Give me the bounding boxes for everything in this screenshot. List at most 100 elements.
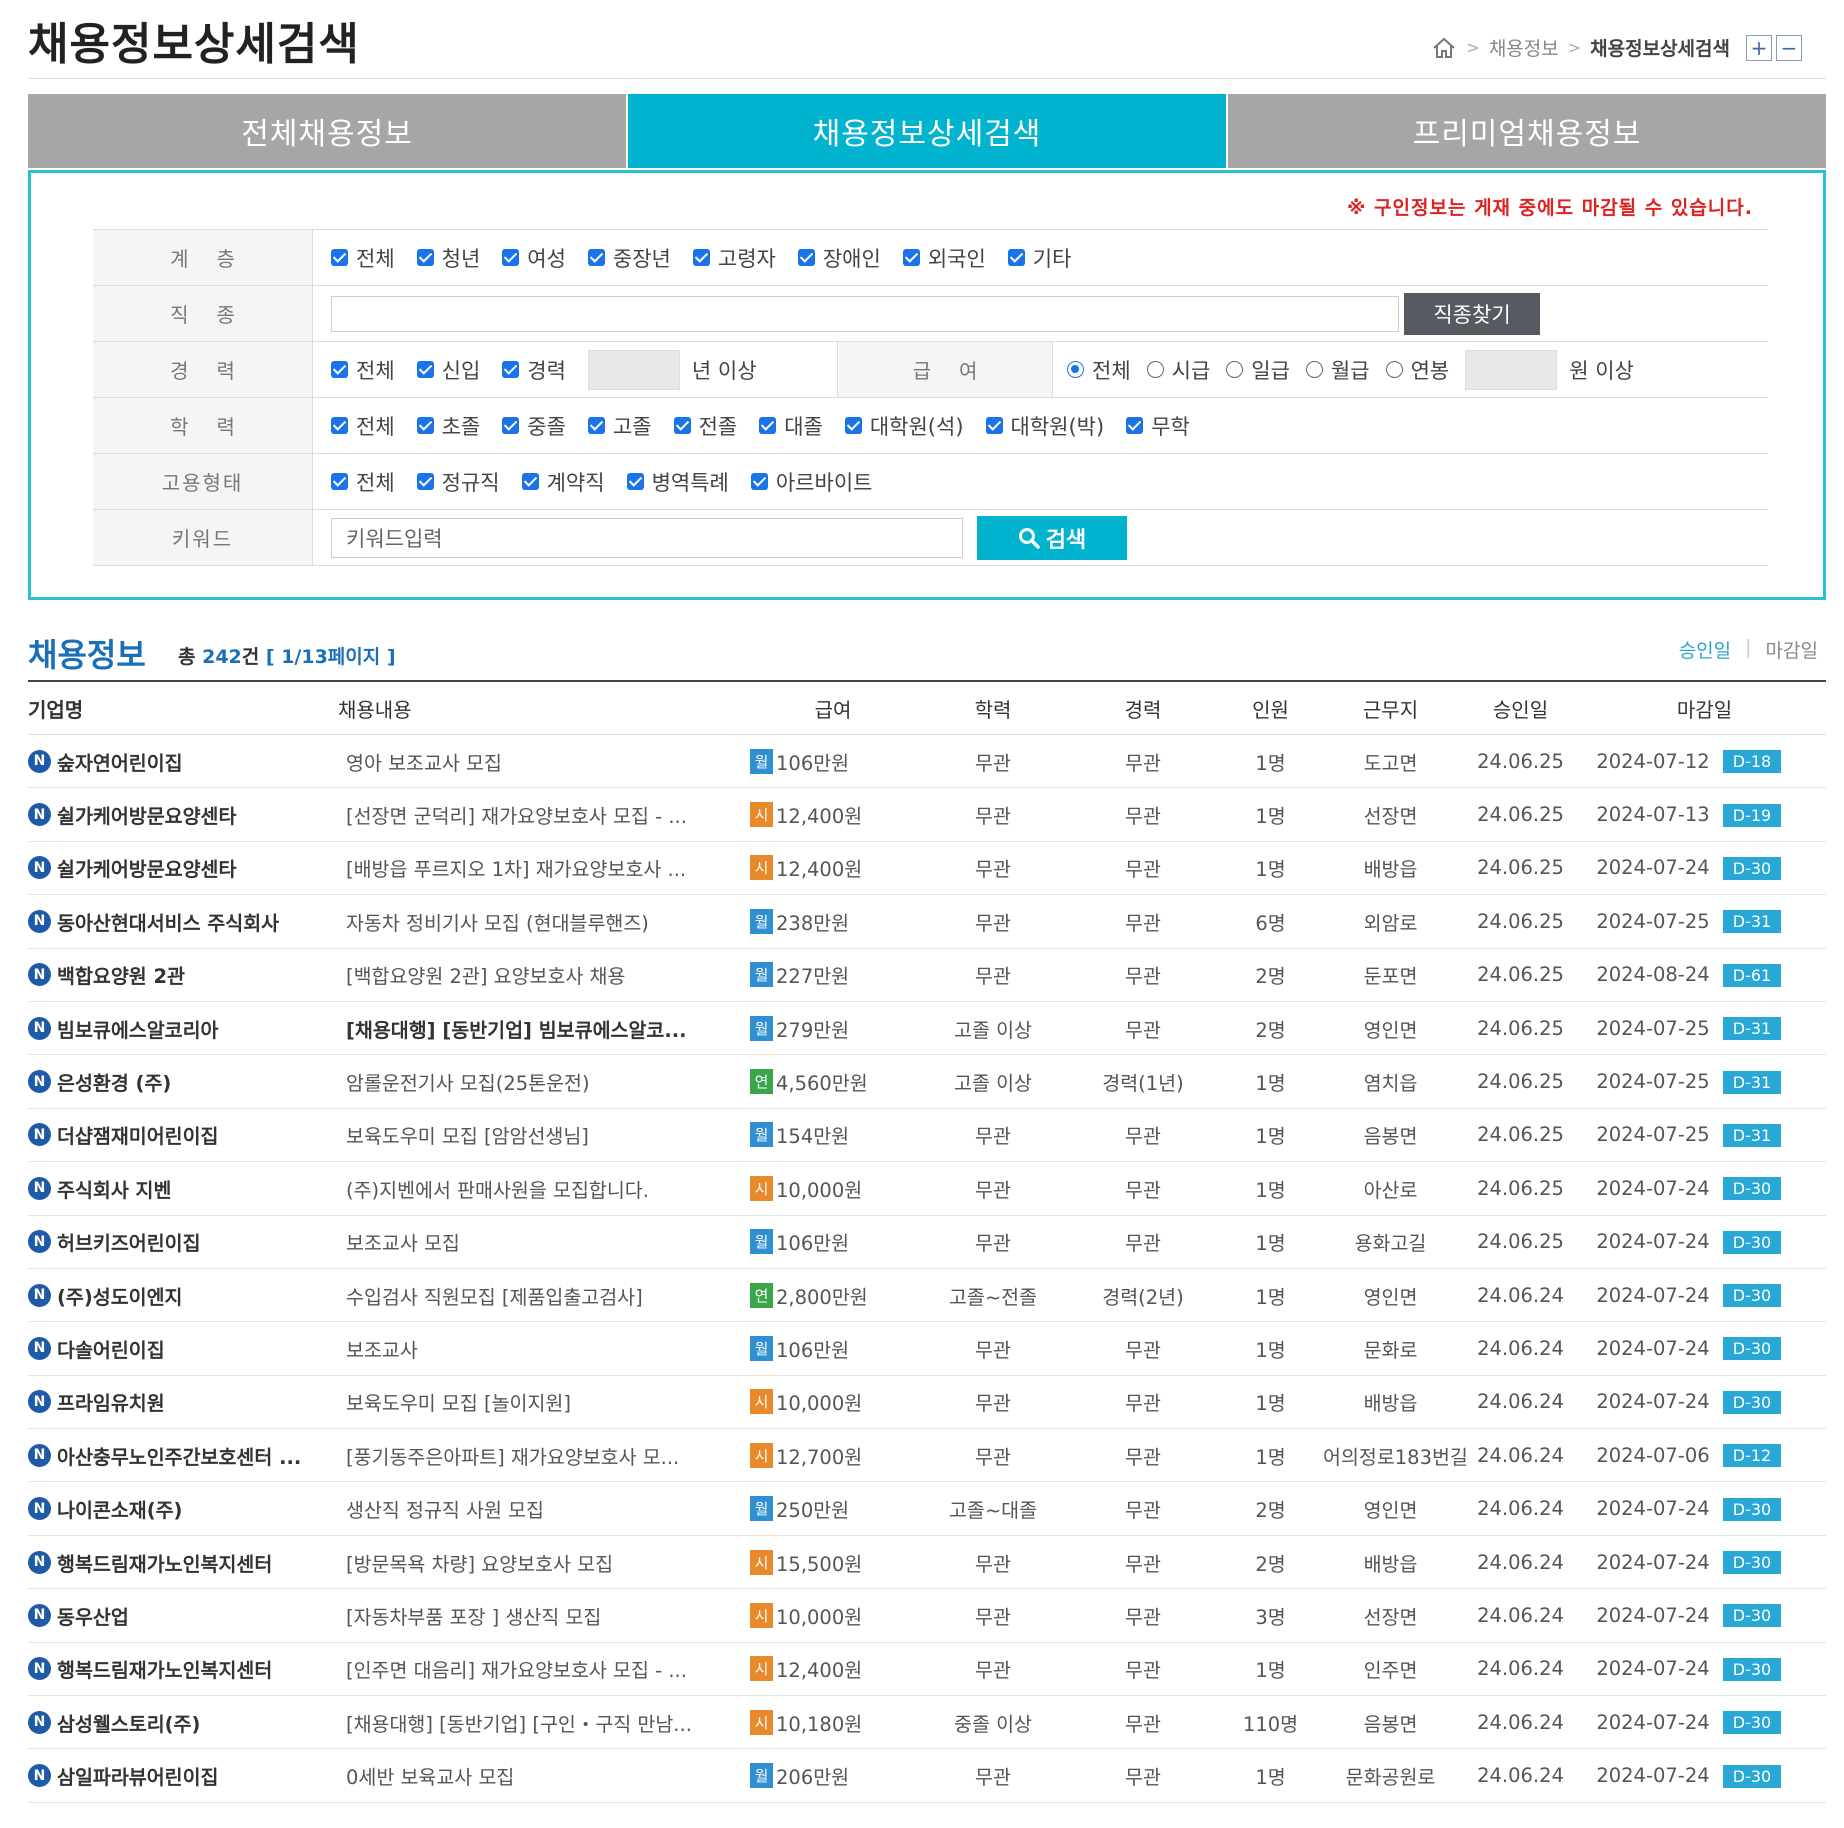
employment-checkbox-3[interactable]: 병역특례 [626, 467, 729, 497]
employment-checkbox-0[interactable]: 전체 [331, 467, 395, 497]
employment-checkbox-2[interactable]: 계약직 [521, 467, 605, 497]
job-title-link[interactable]: 자동차 정비기사 모집 (현대블루핸즈) [338, 907, 748, 936]
tier-checkbox-6[interactable]: 외국인 [902, 243, 986, 273]
job-title-link[interactable]: 영아 보조교사 모집 [338, 747, 748, 776]
education-checkbox-4[interactable]: 전졸 [673, 411, 737, 441]
table-row[interactable]: N 프라임유치원 보육도우미 모집 [놀이지원] 시 10,000원 무관 무관 1명 배방읍 2… [28, 1376, 1826, 1430]
employment-checkbox-4[interactable]: 아르바이트 [750, 467, 872, 497]
job-title-link[interactable]: [방문목욕 차량] 요양보호사 모집 [338, 1548, 748, 1577]
job-title-link[interactable]: [자동차부품 포장 ] 생산직 모집 [338, 1601, 748, 1630]
keyword-input[interactable]: 키워드입력 [331, 517, 963, 558]
career-checkbox-0[interactable]: 전체 [331, 355, 395, 385]
job-title-link[interactable]: 보육도우미 모집 [암암선생님] [338, 1120, 748, 1149]
company-name[interactable]: 숲자연어린이집 [57, 747, 183, 776]
tier-checkbox-4[interactable]: 고령자 [692, 243, 776, 273]
table-row[interactable]: N 동아산현대서비스 주식회사 자동차 정비기사 모집 (현대블루핸즈) 월 238만원… [28, 895, 1826, 949]
find-job-button[interactable]: 직종찾기 [1404, 292, 1540, 335]
job-title-link[interactable]: 0세반 보육교사 모집 [338, 1761, 748, 1790]
company-name[interactable]: 주식회사 지벤 [57, 1174, 171, 1203]
company-name[interactable]: 쉴가케어방문요양센타 [57, 853, 236, 882]
company-name[interactable]: 행복드림재가노인복지센터 [57, 1548, 272, 1577]
job-title-link[interactable]: [백합요양원 2관] 요양보호사 채용 [338, 960, 748, 989]
company-name[interactable]: 동아산현대서비스 주식회사 [57, 907, 279, 936]
salary-radio-1[interactable]: 시급 [1146, 355, 1210, 385]
job-title-link[interactable]: (주)지벤에서 판매사원을 모집합니다. [338, 1174, 748, 1203]
tab-detailed-search[interactable]: 채용정보상세검색 [628, 94, 1226, 168]
job-title-link[interactable]: 보육도우미 모집 [놀이지원] [338, 1387, 748, 1416]
table-row[interactable]: N 다솔어린이집 보조교사 월 106만원 무관 무관 1명 문화로 24.06.24 2024-0… [28, 1322, 1826, 1376]
table-row[interactable]: N 쉴가케어방문요양센타 [배방읍 푸르지오 1차] 재가요양보호사 ... 시 12,… [28, 842, 1826, 896]
table-row[interactable]: N 은성환경 (주) 암롤운전기사 모집(25톤운전) 연 4,560만원 고졸 이상 경력… [28, 1055, 1826, 1109]
company-name[interactable]: 다솔어린이집 [57, 1334, 165, 1363]
job-title-link[interactable]: 보조교사 모집 [338, 1227, 748, 1256]
company-name[interactable]: 삼일파라뷰어린이집 [57, 1761, 218, 1790]
job-title-link[interactable]: [채용대행] [동반기업] 빔보큐에스알코... [338, 1014, 748, 1043]
table-row[interactable]: N 주식회사 지벤 (주)지벤에서 판매사원을 모집합니다. 시 10,000원 무관 무관… [28, 1162, 1826, 1216]
company-name[interactable]: 아산충무노인주간보호센터 ... [57, 1441, 301, 1470]
company-name[interactable]: 나이콘소재(주) [57, 1494, 182, 1523]
education-checkbox-7[interactable]: 대학원(박) [985, 411, 1104, 441]
salary-radio-2[interactable]: 일급 [1226, 355, 1290, 385]
table-row[interactable]: N 쉴가케어방문요양센타 [선장면 군덕리] 재가요양보호사 모집 - ... 시 12… [28, 788, 1826, 842]
tier-checkbox-2[interactable]: 여성 [502, 243, 566, 273]
table-row[interactable]: N 나이콘소재(주) 생산직 정규직 사원 모집 월 250만원 고졸~대졸 무관 2명 영인면… [28, 1482, 1826, 1536]
education-checkbox-1[interactable]: 초졸 [416, 411, 480, 441]
company-name[interactable]: 행복드림재가노인복지센터 [57, 1654, 272, 1683]
zoom-in-button[interactable]: + [1746, 34, 1772, 61]
employment-checkbox-1[interactable]: 정규직 [416, 467, 500, 497]
table-row[interactable]: N 허브키즈어린이집 보조교사 모집 월 106만원 무관 무관 1명 용화고길 24.06.25… [28, 1216, 1826, 1269]
table-row[interactable]: N 삼성웰스토리(주) [채용대행] [동반기업] [구인・구직 만남... 시 10,… [28, 1696, 1826, 1750]
tier-checkbox-5[interactable]: 장애인 [797, 243, 881, 273]
job-title-link[interactable]: 수입검사 직원모집 [제품입출고검사] [338, 1281, 748, 1310]
job-title-link[interactable]: [선장면 군덕리] 재가요양보호사 모집 - ... [338, 800, 748, 829]
table-row[interactable]: N 빔보큐에스알코리아 [채용대행] [동반기업] 빔보큐에스알코... 월 279만원… [28, 1002, 1826, 1056]
table-row[interactable]: N 숲자연어린이집 영아 보조교사 모집 월 106만원 무관 무관 1명 도고면 24.06.2… [28, 735, 1826, 789]
sort-by-deadline[interactable]: 마감일 [1766, 636, 1818, 663]
education-checkbox-6[interactable]: 대학원(석) [844, 411, 964, 441]
table-row[interactable]: N 행복드림재가노인복지센터 [방문목욕 차량] 요양보호사 모집 시 15,500원 무… [28, 1536, 1826, 1590]
home-icon[interactable] [1431, 35, 1457, 61]
salary-radio-3[interactable]: 월급 [1305, 355, 1370, 385]
table-row[interactable]: N 백합요양원 2관 [백합요양원 2관] 요양보호사 채용 월 227만원 무관 무관 2명… [28, 949, 1826, 1002]
zoom-out-button[interactable]: − [1776, 34, 1802, 61]
company-name[interactable]: 쉴가케어방문요양센타 [57, 800, 236, 829]
career-checkbox-2[interactable]: 경력 [502, 355, 566, 385]
tier-checkbox-1[interactable]: 청년 [416, 243, 480, 273]
company-name[interactable]: 프라임유치원 [57, 1387, 165, 1416]
job-title-link[interactable]: [인주면 대음리] 재가요양보호사 모집 - ... [338, 1654, 748, 1683]
table-row[interactable]: N 더샵잼재미어린이집 보육도우미 모집 [암암선생님] 월 154만원 무관 무관 1명 음봉… [28, 1109, 1826, 1163]
table-row[interactable]: N 아산충무노인주간보호센터 ... [풍기동주은아파트] 재가요양보호사 모...… [28, 1429, 1826, 1483]
job-title-link[interactable]: [채용대행] [동반기업] [구인・구직 만남... [338, 1708, 748, 1737]
education-checkbox-3[interactable]: 고졸 [587, 411, 652, 441]
tier-checkbox-0[interactable]: 전체 [331, 243, 395, 273]
salary-radio-4[interactable]: 연봉 [1385, 355, 1449, 385]
company-name[interactable]: 동우산업 [57, 1601, 129, 1630]
job-title-link[interactable]: 암롤운전기사 모집(25톤운전) [338, 1067, 748, 1096]
company-name[interactable]: 은성환경 (주) [57, 1067, 171, 1096]
job-title-link[interactable]: 보조교사 [338, 1334, 748, 1363]
breadcrumb-item[interactable]: 채용정보 [1489, 34, 1559, 61]
education-checkbox-5[interactable]: 대졸 [759, 411, 823, 441]
table-row[interactable]: N 행복드림재가노인복지센터 [인주면 대음리] 재가요양보호사 모집 - ... 시… [28, 1643, 1826, 1697]
tier-checkbox-7[interactable]: 기타 [1007, 243, 1071, 273]
company-name[interactable]: (주)성도이엔지 [57, 1281, 182, 1310]
sort-by-approval[interactable]: 승인일 [1679, 636, 1731, 663]
tab-premium-jobs[interactable]: 프리미엄채용정보 [1228, 94, 1826, 168]
salary-amount-input[interactable] [1465, 349, 1558, 390]
search-button[interactable]: 검색 [977, 515, 1127, 560]
education-checkbox-8[interactable]: 무학 [1126, 411, 1190, 441]
career-checkbox-1[interactable]: 신입 [416, 355, 480, 385]
job-title-link[interactable]: [풍기동주은아파트] 재가요양보호사 모... [338, 1441, 748, 1470]
table-row[interactable]: N 동우산업 [자동차부품 포장 ] 생산직 모집 시 10,000원 무관 무관 3명 선장면… [28, 1589, 1826, 1643]
career-years-input[interactable] [587, 349, 680, 390]
tab-all-jobs[interactable]: 전체채용정보 [28, 94, 626, 168]
job-title-link[interactable]: 생산직 정규직 사원 모집 [338, 1494, 748, 1523]
job-input[interactable] [331, 295, 1399, 332]
company-name[interactable]: 허브키즈어린이집 [57, 1227, 201, 1256]
tier-checkbox-3[interactable]: 중장년 [587, 243, 671, 273]
company-name[interactable]: 더샵잼재미어린이집 [57, 1120, 218, 1149]
company-name[interactable]: 백합요양원 2관 [57, 960, 185, 989]
table-row[interactable]: N 삼일파라뷰어린이집 0세반 보육교사 모집 월 206만원 무관 무관 1명 문화공원로 24… [28, 1749, 1826, 1803]
company-name[interactable]: 빔보큐에스알코리아 [57, 1014, 218, 1043]
company-name[interactable]: 삼성웰스토리(주) [57, 1708, 200, 1737]
